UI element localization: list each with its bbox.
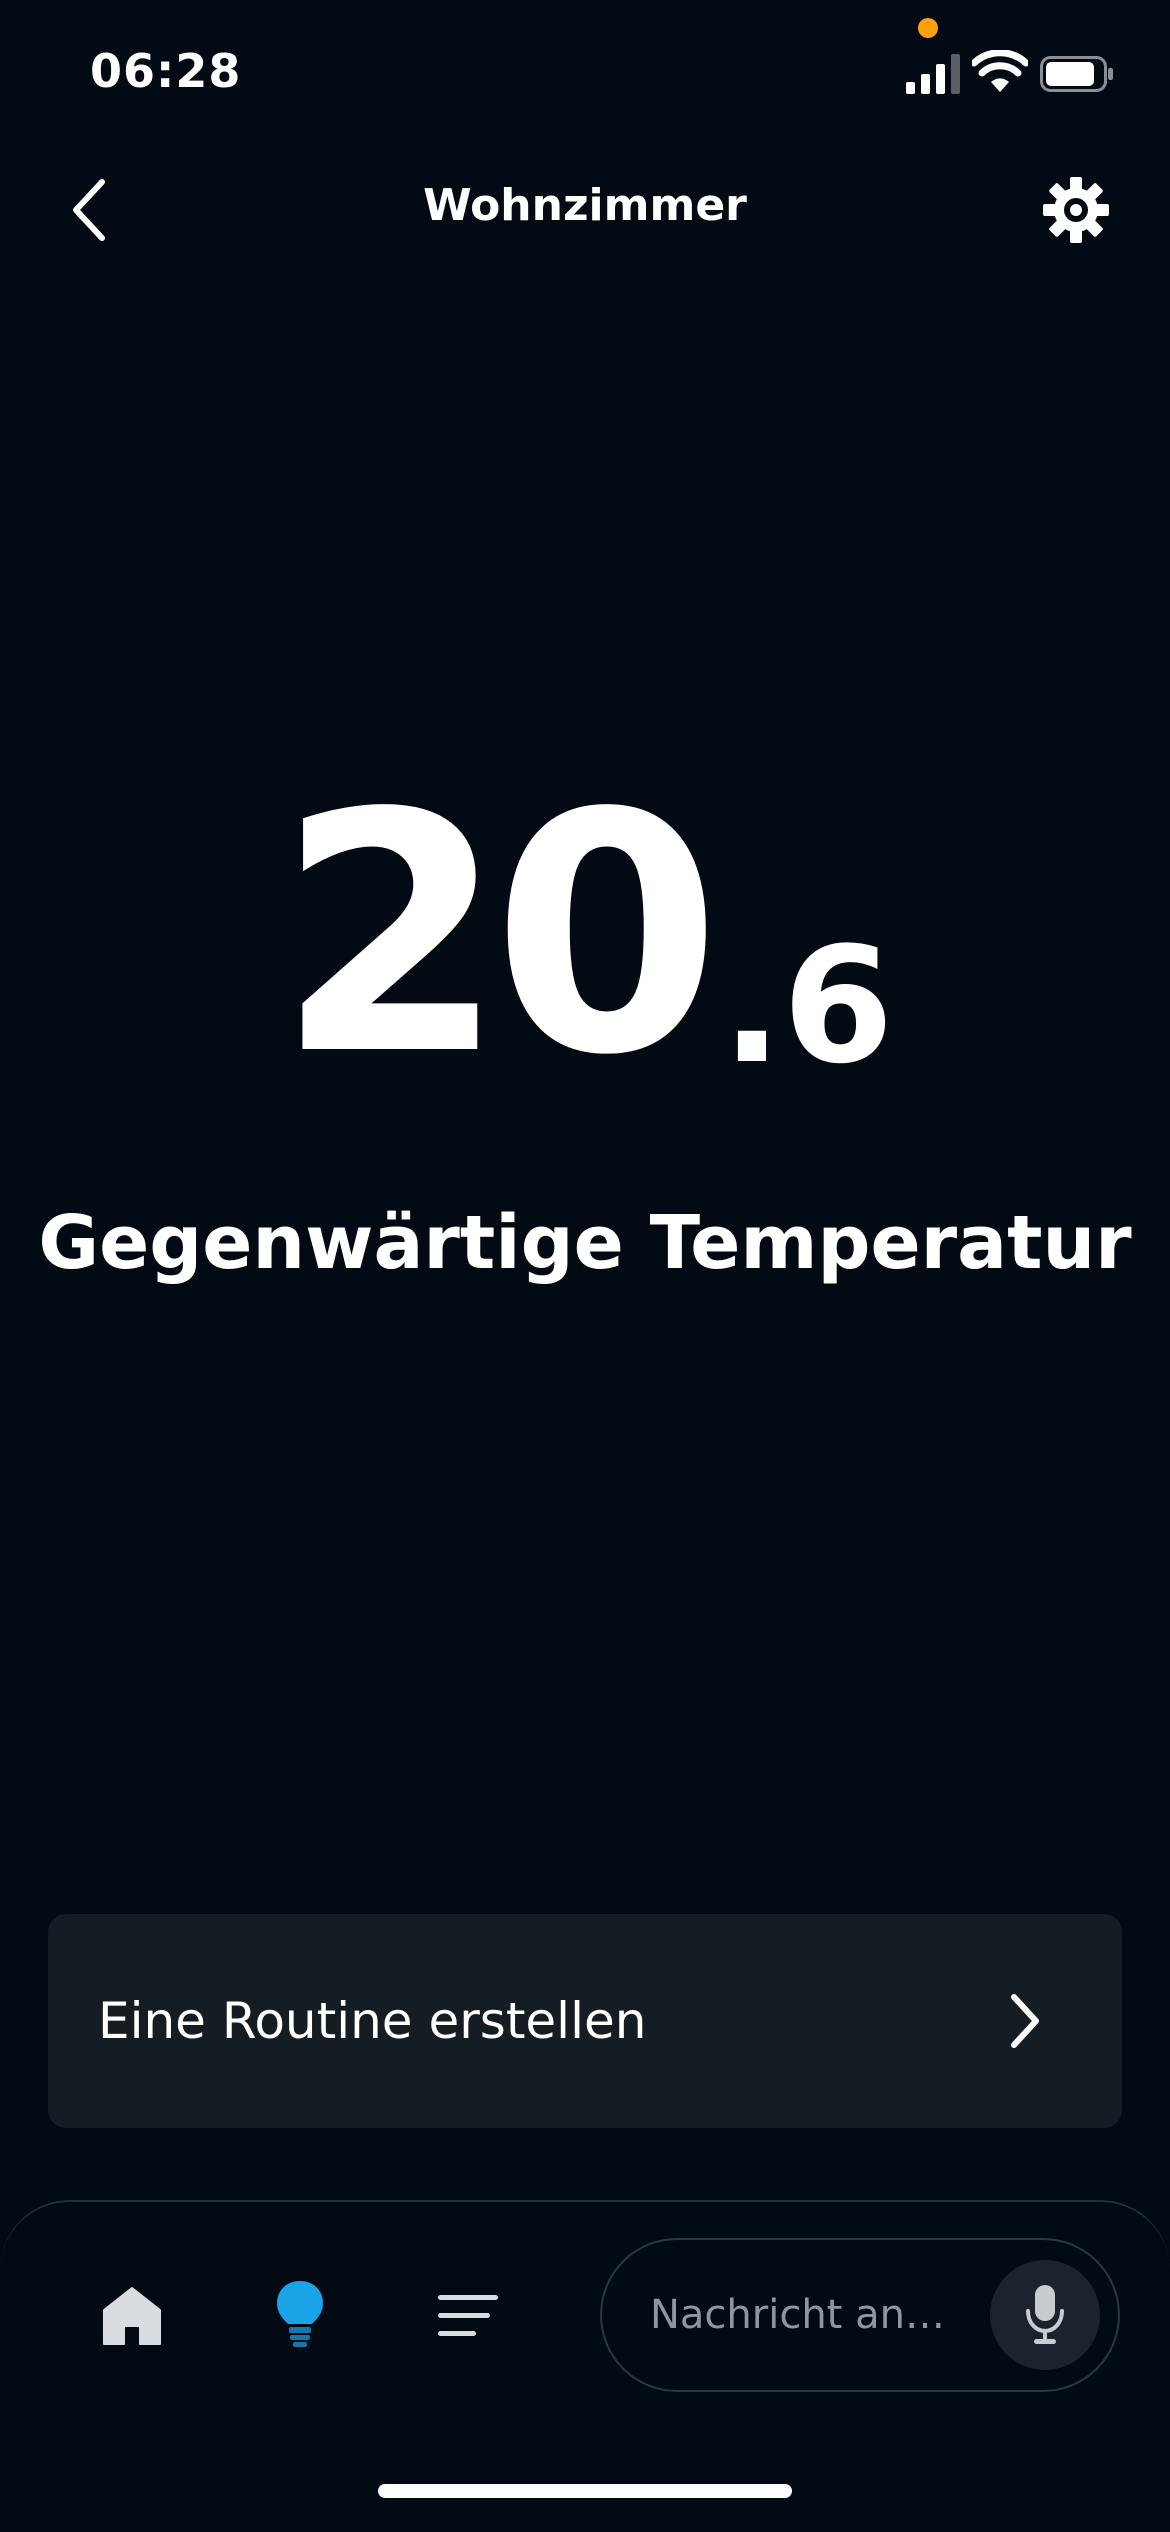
temperature-label: Gegenwärtige Temperatur bbox=[38, 1200, 1132, 1286]
screen: 06:28 Wohnzimmer 20 .6 Gegenwärtige Temp… bbox=[0, 0, 1170, 2532]
privacy-indicator-dot bbox=[918, 18, 938, 38]
home-indicator[interactable] bbox=[378, 2484, 792, 2498]
temperature-decimal: .6 bbox=[721, 912, 894, 1099]
nav-more-button[interactable] bbox=[428, 2276, 508, 2356]
menu-lines-icon bbox=[438, 2295, 498, 2336]
nav-devices-button[interactable] bbox=[260, 2274, 340, 2354]
current-temperature: 20 .6 bbox=[0, 770, 1170, 1100]
chevron-right-icon bbox=[1011, 1994, 1039, 2048]
message-placeholder: Nachricht an… bbox=[650, 2292, 945, 2338]
light-bulb-icon bbox=[277, 2281, 323, 2347]
home-icon bbox=[103, 2287, 161, 2345]
gear-icon bbox=[1043, 177, 1109, 243]
routine-label: Eine Routine erstellen bbox=[98, 1992, 647, 2050]
temperature-integer: 20 bbox=[276, 743, 721, 1127]
settings-button[interactable] bbox=[1036, 170, 1116, 250]
wifi-icon bbox=[972, 50, 1028, 92]
create-routine-button[interactable]: Eine Routine erstellen bbox=[48, 1914, 1122, 2128]
nav-home-button[interactable] bbox=[92, 2276, 172, 2356]
status-time: 06:28 bbox=[90, 44, 242, 98]
page-title: Wohnzimmer bbox=[423, 180, 747, 231]
microphone-button[interactable] bbox=[990, 2260, 1100, 2370]
cellular-signal-icon bbox=[906, 54, 960, 94]
battery-icon bbox=[1040, 56, 1113, 92]
microphone-icon bbox=[1026, 2285, 1064, 2344]
